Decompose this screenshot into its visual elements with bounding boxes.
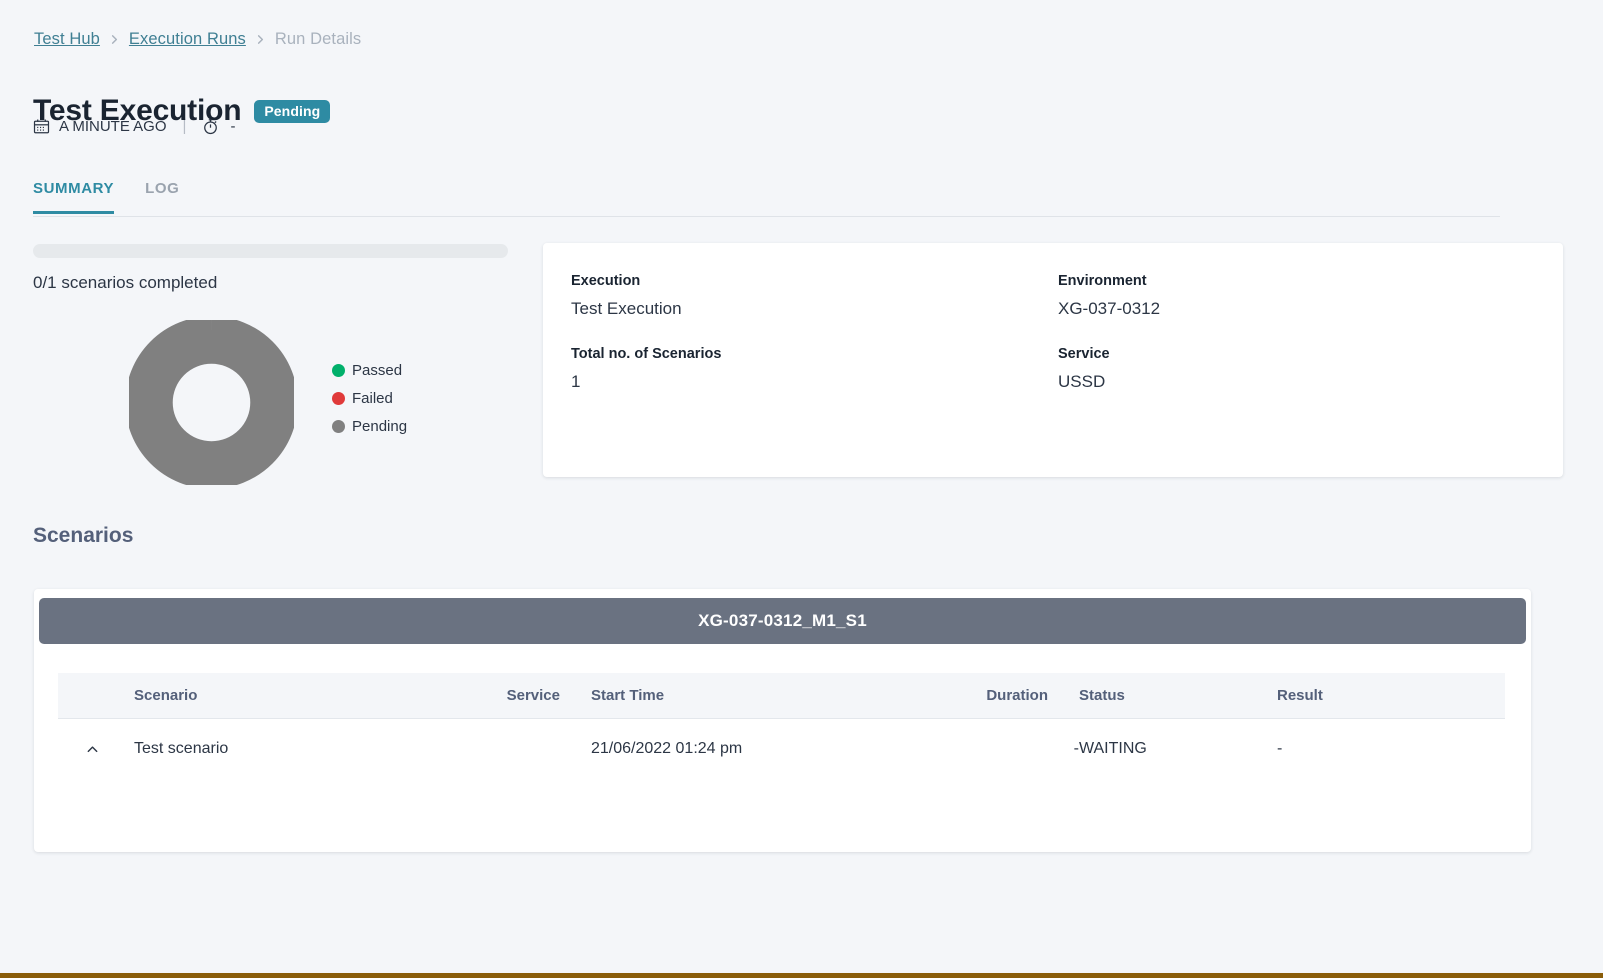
status-badge: Pending (254, 100, 330, 123)
info-field-execution: Execution Test Execution (571, 273, 1058, 319)
execution-info-card: Execution Test Execution Environment XG-… (543, 243, 1563, 477)
th-service: Service (467, 673, 591, 719)
run-details-page: Test Hub Execution Runs Run Details Test… (0, 0, 1603, 978)
legend-item-failed: Failed (332, 390, 407, 407)
title-row: Test Execution Pending (33, 76, 330, 146)
table-row[interactable]: Test scenario 21/06/2022 01:24 pm - WAIT… (58, 719, 1505, 780)
legend-label-passed: Passed (352, 362, 402, 379)
scenarios-heading: Scenarios (33, 524, 133, 548)
tab-summary[interactable]: SUMMARY (33, 180, 114, 214)
info-field-service: Service USSD (1058, 346, 1535, 392)
info-label-environment: Environment (1058, 273, 1535, 289)
legend-item-pending: Pending (332, 418, 407, 435)
progress-label: 0/1 scenarios completed (33, 273, 508, 293)
chevron-up-icon[interactable] (80, 737, 104, 761)
legend-label-failed: Failed (352, 390, 393, 407)
tab-bar-divider (33, 216, 1500, 217)
th-spacer (58, 673, 134, 719)
tab-log[interactable]: LOG (145, 180, 179, 214)
cell-result: - (1277, 719, 1505, 780)
relative-time: A MINUTE AGO (59, 118, 167, 135)
info-label-service: Service (1058, 346, 1535, 362)
breadcrumb-item-execution-runs[interactable]: Execution Runs (129, 30, 246, 49)
chevron-right-icon-2 (255, 34, 266, 45)
scenarios-table: Scenario Service Start Time Duration Sta… (58, 673, 1505, 780)
th-scenario: Scenario (134, 673, 467, 719)
legend-item-passed: Passed (332, 362, 407, 379)
bottom-accent-bar (0, 973, 1603, 978)
info-value-environment: XG-037-0312 (1058, 299, 1535, 319)
stopwatch-icon (202, 118, 219, 135)
progress-bar (33, 244, 508, 258)
cell-duration: - (909, 719, 1079, 780)
legend-dot-failed (332, 392, 345, 405)
breadcrumb: Test Hub Execution Runs Run Details (34, 30, 361, 49)
calendar-icon (33, 118, 50, 135)
module-banner[interactable]: XG-037-0312_M1_S1 (39, 598, 1526, 644)
info-value-total-scenarios: 1 (571, 372, 1058, 392)
donut-slice-pending (149, 340, 274, 465)
info-value-service: USSD (1058, 372, 1535, 392)
chevron-right-icon (109, 34, 120, 45)
th-duration: Duration (909, 673, 1079, 719)
chart-legend: Passed Failed Pending (332, 362, 407, 443)
cell-service (467, 719, 591, 780)
breadcrumb-item-test-hub[interactable]: Test Hub (34, 30, 100, 49)
th-status: Status (1079, 673, 1277, 719)
info-field-environment: Environment XG-037-0312 (1058, 273, 1535, 319)
th-start-time: Start Time (591, 673, 909, 719)
info-label-execution: Execution (571, 273, 1058, 289)
scenario-status-chart: Passed Failed Pending (33, 320, 513, 485)
run-duration: - (230, 118, 235, 135)
legend-label-pending: Pending (352, 418, 407, 435)
cell-start-time: 21/06/2022 01:24 pm (591, 719, 909, 780)
tab-bar: SUMMARY LOG (33, 180, 179, 214)
scenarios-card: XG-037-0312_M1_S1 Scenario Service Start… (34, 589, 1531, 852)
cell-scenario: Test scenario (134, 719, 467, 780)
th-result: Result (1277, 673, 1505, 719)
row-expand-cell (58, 719, 134, 780)
legend-dot-passed (332, 364, 345, 377)
legend-dot-pending (332, 420, 345, 433)
meta-separator: | (183, 118, 187, 135)
table-header-row: Scenario Service Start Time Duration Sta… (58, 673, 1505, 719)
info-field-total-scenarios: Total no. of Scenarios 1 (571, 346, 1058, 392)
info-label-total-scenarios: Total no. of Scenarios (571, 346, 1058, 362)
breadcrumb-item-run-details: Run Details (275, 30, 361, 49)
cell-status: WAITING (1079, 719, 1277, 780)
run-meta: A MINUTE AGO | - (33, 118, 235, 135)
donut-chart (129, 320, 294, 485)
progress-section: 0/1 scenarios completed (33, 244, 508, 293)
info-value-execution: Test Execution (571, 299, 1058, 319)
